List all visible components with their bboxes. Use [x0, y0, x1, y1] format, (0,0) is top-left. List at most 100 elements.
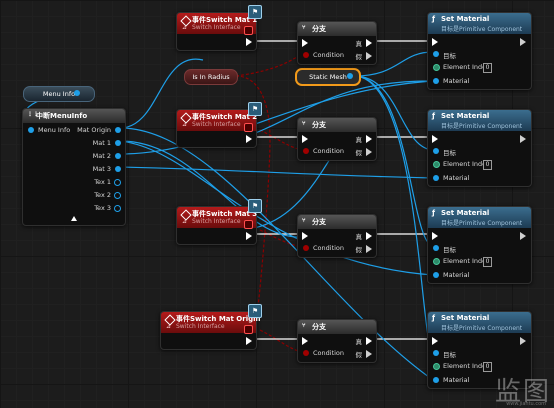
set-material-3-exec-in[interactable] [432, 232, 438, 240]
branch-1-true-pin[interactable] [366, 39, 372, 47]
function-f-icon: ƒ [432, 209, 436, 217]
set-material-3-target-pin[interactable] [433, 245, 439, 251]
set-material-node-3[interactable]: ƒ Set Material 目标是Primitive Component 目标… [427, 206, 532, 284]
menu-info-variable-pin[interactable] [74, 90, 80, 96]
event-switch-mat-2-exec-out[interactable] [246, 135, 252, 143]
branch-node-2[interactable]: ⑂ 分支 真 Condition 假 [297, 117, 377, 161]
set-material-4-exec-in[interactable] [432, 337, 438, 345]
event-switch-mat-2-subtitle: Switch Interface [192, 121, 241, 128]
tex-2-label: Tex 2 [94, 191, 111, 199]
function-f-icon: ƒ [432, 15, 436, 23]
set-material-4-element-index-field[interactable]: 0 [483, 362, 492, 372]
branch-3-condition-pin[interactable] [303, 245, 309, 251]
event-switch-mat-3-subtitle: Switch Interface [192, 218, 241, 225]
set-material-2-material-pin[interactable] [433, 175, 439, 181]
branch-2-true-pin[interactable] [366, 135, 372, 143]
mat-3-pin[interactable] [115, 166, 121, 172]
static-mesh-pin[interactable] [347, 73, 353, 79]
branch-node-2-header: ⑂ 分支 [298, 118, 376, 132]
tex-1-pin[interactable] [114, 179, 121, 186]
set-material-2-header: ƒ Set Material 目标是Primitive Component [428, 110, 531, 131]
set-material-3-subtitle: 目标是Primitive Component [441, 220, 523, 227]
event-switch-mat-1[interactable]: 事件Switch Mat 1 ⊿ Switch Interface ⚑ [176, 5, 262, 51]
branch-1-condition-pin[interactable] [303, 52, 309, 58]
branch-4-condition-pin[interactable] [303, 350, 309, 356]
set-material-4-header: ƒ Set Material 目标是Primitive Component [428, 312, 531, 333]
event-switch-mat-3[interactable]: 事件Switch Mat 3 ⊿ Switch Interface ⚑ [176, 199, 262, 245]
branch-4-true-pin[interactable] [366, 337, 372, 345]
branch-node-4-title: 分支 [312, 323, 326, 331]
menu-info-input-pin[interactable] [28, 127, 34, 133]
set-material-3-element-index-field[interactable]: 0 [483, 257, 492, 267]
set-material-2-title: Set Material [441, 112, 490, 120]
event-switch-mat-1-exec-out[interactable] [246, 38, 252, 46]
set-material-3-material-label: Material [443, 271, 470, 279]
branch-icon: ⑂ [302, 217, 306, 224]
mat-origin-pin[interactable] [115, 127, 121, 133]
branch-2-condition-pin[interactable] [303, 148, 309, 154]
mat-1-label: Mat 1 [92, 139, 111, 147]
set-material-3-element-index-pin[interactable] [433, 258, 440, 265]
set-material-1-element-index-field[interactable]: 0 [483, 63, 492, 73]
set-material-node-2[interactable]: ƒ Set Material 目标是Primitive Component 目标… [427, 109, 532, 187]
function-f-icon: ƒ [432, 314, 436, 322]
branch-4-true-label: 真 [355, 338, 363, 346]
set-material-2-exec-in[interactable] [432, 135, 438, 143]
set-material-node-1[interactable]: ƒ Set Material 目标是Primitive Component 目标… [427, 12, 532, 90]
menu-info-variable[interactable]: Menu Info [23, 86, 95, 102]
set-material-1-element-index-pin[interactable] [433, 64, 440, 71]
is-in-radius-variable[interactable]: Is In Radius [184, 69, 238, 85]
set-material-2-target-label: 目标 [443, 149, 456, 157]
set-material-4-material-pin[interactable] [433, 377, 439, 383]
branch-2-false-pin[interactable] [366, 148, 372, 156]
break-menuinfo-header: ⋮⋮ 中断MenuInfo [23, 109, 125, 123]
delegate-pin-icon[interactable] [244, 325, 253, 334]
mat-2-label: Mat 2 [92, 152, 111, 160]
set-material-1-material-pin[interactable] [433, 78, 439, 84]
set-material-4-element-index-pin[interactable] [433, 363, 440, 370]
delegate-pin-icon[interactable] [244, 26, 253, 35]
set-material-4-target-pin[interactable] [433, 350, 439, 356]
object-wire [119, 140, 434, 276]
menu-info-input-label: Menu Info [38, 126, 71, 134]
branch-2-condition-label: Condition [313, 147, 345, 155]
set-material-3-exec-out[interactable] [520, 232, 526, 240]
set-material-4-material-label: Material [443, 376, 470, 384]
tex-3-pin[interactable] [114, 205, 121, 212]
branch-3-false-pin[interactable] [366, 245, 372, 253]
branch-2-exec-in[interactable] [302, 135, 308, 143]
branch-node-4[interactable]: ⑂ 分支 真 Condition 假 [297, 319, 377, 363]
set-material-3-material-pin[interactable] [433, 272, 439, 278]
set-material-1-target-pin[interactable] [433, 51, 439, 57]
break-menuinfo-node[interactable]: ⋮⋮ 中断MenuInfo Menu Info Mat Origin Mat 1… [22, 108, 126, 226]
event-switch-mat-3-exec-out[interactable] [246, 232, 252, 240]
set-material-2-element-index-pin[interactable] [433, 161, 440, 168]
branch-3-exec-in[interactable] [302, 232, 308, 240]
branch-3-true-pin[interactable] [366, 232, 372, 240]
set-material-2-exec-out[interactable] [520, 135, 526, 143]
set-material-4-exec-out[interactable] [520, 337, 526, 345]
tex-2-pin[interactable] [114, 192, 121, 199]
delegate-pin-icon[interactable] [244, 123, 253, 132]
delegate-pin-icon[interactable] [244, 220, 253, 229]
set-material-1-exec-out[interactable] [520, 38, 526, 46]
branch-4-exec-in[interactable] [302, 337, 308, 345]
branch-icon: ⑂ [302, 322, 306, 329]
branch-4-false-pin[interactable] [366, 350, 372, 358]
event-switch-mat-origin[interactable]: 事件Switch Mat Origin ⊿ Switch Interface ⚑ [160, 304, 262, 350]
set-material-1-exec-in[interactable] [432, 38, 438, 46]
interface-glyph-icon: ⊿ [166, 323, 172, 330]
set-material-2-element-index-field[interactable]: 0 [483, 160, 492, 170]
branch-1-false-pin[interactable] [366, 52, 372, 60]
branch-node-1[interactable]: ⑂ 分支 真 Condition 假 [297, 21, 377, 65]
set-material-2-subtitle: 目标是Primitive Component [441, 123, 523, 130]
set-material-2-target-pin[interactable] [433, 148, 439, 154]
mat-2-pin[interactable] [115, 153, 121, 159]
event-switch-mat-2[interactable]: 事件Switch Mat 2 ⊿ Switch Interface ⚑ [176, 102, 262, 148]
event-switch-mat-origin-exec-out[interactable] [246, 337, 252, 345]
branch-node-3[interactable]: ⑂ 分支 真 Condition 假 [297, 214, 377, 258]
mat-1-pin[interactable] [115, 140, 121, 146]
collapse-arrow-icon[interactable] [71, 216, 77, 221]
branch-1-exec-in[interactable] [302, 39, 308, 47]
bool-wire [235, 53, 304, 77]
